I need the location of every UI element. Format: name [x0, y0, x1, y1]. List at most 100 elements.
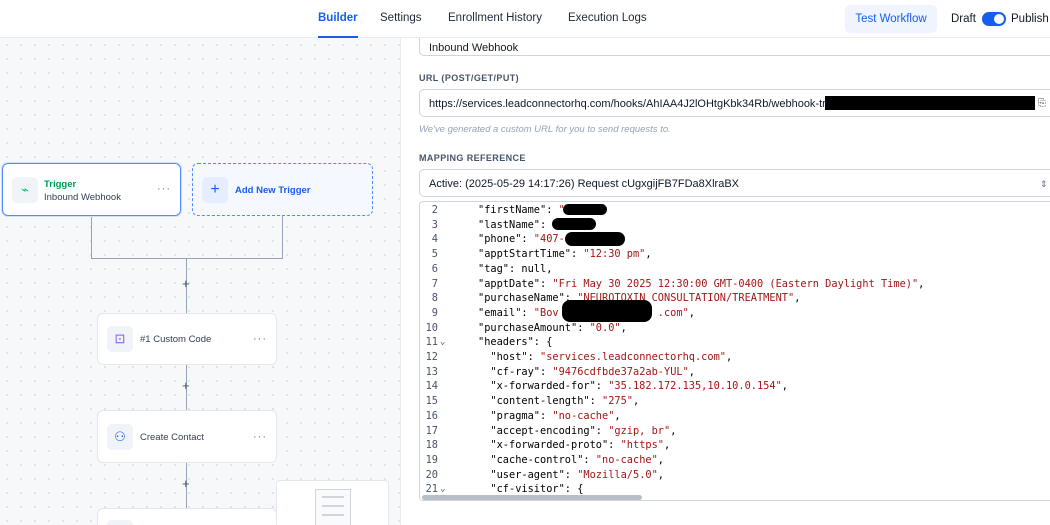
fold-icon[interactable]: ⌄	[440, 335, 445, 350]
minimap-node	[322, 496, 344, 498]
webhook-url-value: https://services.leadconnectorhq.com/hoo…	[429, 98, 826, 110]
add-new-trigger-button[interactable]: + Add New Trigger	[192, 163, 373, 216]
code-line: 9 "email": "Bov .com",	[420, 306, 1050, 321]
json-key: "tag":	[478, 262, 522, 275]
top-nav-bar: Builder Settings Enrollment History Exec…	[0, 0, 1050, 38]
json-punctuation: ,	[657, 468, 664, 481]
horizontal-scrollbar[interactable]	[422, 495, 642, 500]
publish-toggle[interactable]	[982, 12, 1006, 26]
json-key: "phone":	[478, 233, 534, 246]
code-line: 3"lastName": ",	[420, 218, 1050, 233]
minimap-node	[322, 514, 344, 516]
json-key: "x-forwarded-for":	[478, 380, 609, 393]
json-punctuation: {	[546, 336, 553, 349]
minimap[interactable]	[276, 480, 389, 525]
line-number: 7	[431, 277, 438, 290]
json-punctuation: ,	[657, 453, 664, 466]
tab-enrollment-history[interactable]: Enrollment History	[448, 0, 542, 38]
line-number: 2	[431, 204, 438, 216]
json-punctuation: ,	[614, 409, 621, 422]
tab-settings[interactable]: Settings	[380, 0, 422, 38]
json-key: "cache-control":	[478, 453, 596, 466]
webhook-url-field[interactable]: https://services.leadconnectorhq.com/hoo…	[419, 89, 1050, 117]
redacted-block	[562, 300, 652, 322]
line-number: 14	[425, 380, 438, 393]
code-line: 18 "x-forwarded-proto": "https",	[420, 438, 1050, 453]
code-line: 14 "x-forwarded-for": "35.182.172.135,10…	[420, 379, 1050, 394]
line-number: 13	[425, 365, 438, 378]
mapping-reference-select[interactable]: Active: (2025-05-29 14:17:26) Request cU…	[419, 169, 1050, 197]
json-value: "0.0"	[589, 321, 621, 334]
redacted-block	[565, 232, 625, 246]
line-number: 11	[425, 336, 438, 349]
json-key: "apptDate":	[478, 277, 553, 290]
minimap-node	[322, 505, 344, 507]
more-icon[interactable]: ···	[157, 183, 171, 195]
json-value: "https"	[620, 439, 664, 452]
trigger-config-panel: Inbound Webhook URL (POST/GET/PUT) https…	[400, 30, 1050, 525]
line-number: 20	[425, 468, 438, 481]
json-key: "firstName":	[478, 204, 559, 216]
json-key: "host":	[478, 351, 540, 363]
minimap-viewport[interactable]	[315, 489, 351, 525]
json-key: "accept-encoding":	[478, 424, 609, 437]
json-punctuation: ,	[670, 424, 677, 437]
json-value: "Fri May 30 2025 12:30:00 GMT-0400 (East…	[552, 277, 919, 290]
code-line: 2 "firstName": "	[420, 203, 1050, 218]
json-key: "cf-ray":	[478, 365, 553, 378]
code-line: 5 "apptStartTime": "12:30 pm",	[420, 247, 1050, 262]
next-action-node[interactable]	[97, 508, 277, 525]
code-line: 7 "apptDate": "Fri May 30 2025 12:30:00 G…	[420, 277, 1050, 292]
more-icon[interactable]: ···	[253, 431, 267, 443]
publish-label: Publish	[1011, 13, 1049, 25]
json-punctuation: ,	[725, 351, 733, 363]
code-line: 8 "purchaseName": "NEUROTOXIN CONSULTATIO…	[420, 291, 1050, 306]
json-value: "Mozilla/5.0"	[577, 468, 658, 481]
code-line: 13 "cf-ray": "9476cdfbde37a2ab-YUL",	[420, 365, 1050, 380]
tab-execution-logs[interactable]: Execution Logs	[568, 0, 647, 38]
json-value: "9476cdfbde37a2ab-YUL"	[552, 365, 689, 378]
add-step-plus-icon[interactable]: +	[182, 476, 190, 491]
json-key: "apptStartTime":	[478, 248, 584, 261]
json-value: "gzip, br"	[608, 424, 671, 437]
connector-line	[91, 258, 283, 259]
json-key: "content-length":	[478, 395, 602, 408]
create-contact-label: Create Contact	[140, 432, 204, 443]
code-line: 20 "user-agent": "Mozilla/5.0",	[420, 468, 1050, 483]
url-hint: We've generated a custom URL for you to …	[419, 124, 671, 135]
json-value: "no-cache"	[595, 453, 658, 466]
test-workflow-button[interactable]: Test Workflow	[845, 5, 937, 33]
json-key: "email":	[478, 306, 534, 319]
json-punctuation: {	[577, 483, 584, 496]
json-punctuation: ,	[781, 380, 788, 393]
code-line: 11 ⌄ "headers": {	[420, 335, 1050, 350]
code-line: 15 "content-length": "275",	[420, 394, 1050, 409]
copy-icon[interactable]: ⎘	[1038, 90, 1046, 116]
add-new-trigger-label: Add New Trigger	[235, 185, 311, 196]
json-key: "user-agent":	[478, 468, 578, 481]
toggle-knob	[994, 14, 1004, 24]
more-icon[interactable]: ···	[253, 333, 267, 345]
add-step-plus-icon[interactable]: +	[182, 378, 190, 393]
trigger-node[interactable]: ⌁ Trigger Inbound Webhook ···	[2, 163, 181, 216]
workflow-canvas[interactable]: ⌁ Trigger Inbound Webhook ··· + Add New …	[0, 38, 400, 525]
trigger-subtitle: Inbound Webhook	[44, 192, 121, 203]
json-key: "x-forwarded-proto":	[478, 439, 621, 452]
code-line: 12 "host": "services.leadconnectorhq.com…	[420, 350, 1050, 365]
redacted-block	[552, 218, 596, 230]
json-code-viewer[interactable]: 2"firstName": "3"lastName": ",4"phone": …	[419, 201, 1050, 501]
line-number: 15	[425, 395, 438, 408]
rss-icon: ⌁	[12, 177, 38, 203]
json-punctuation: ,	[688, 306, 695, 319]
line-number: 19	[425, 453, 438, 466]
plus-icon: +	[202, 177, 228, 203]
custom-code-node[interactable]: ⊡ #1 Custom Code ···	[97, 313, 277, 365]
tab-builder[interactable]: Builder	[318, 0, 358, 38]
create-contact-node[interactable]: ⚇ Create Contact ···	[97, 410, 277, 463]
code-icon: ⊡	[107, 326, 133, 352]
custom-code-label: #1 Custom Code	[140, 334, 212, 345]
json-value: "services.leadconnectorhq.com"	[540, 351, 726, 363]
line-number: 16	[425, 409, 438, 422]
code-line: 16 "pragma": "no-cache",	[420, 409, 1050, 424]
add-step-plus-icon[interactable]: +	[182, 276, 190, 291]
